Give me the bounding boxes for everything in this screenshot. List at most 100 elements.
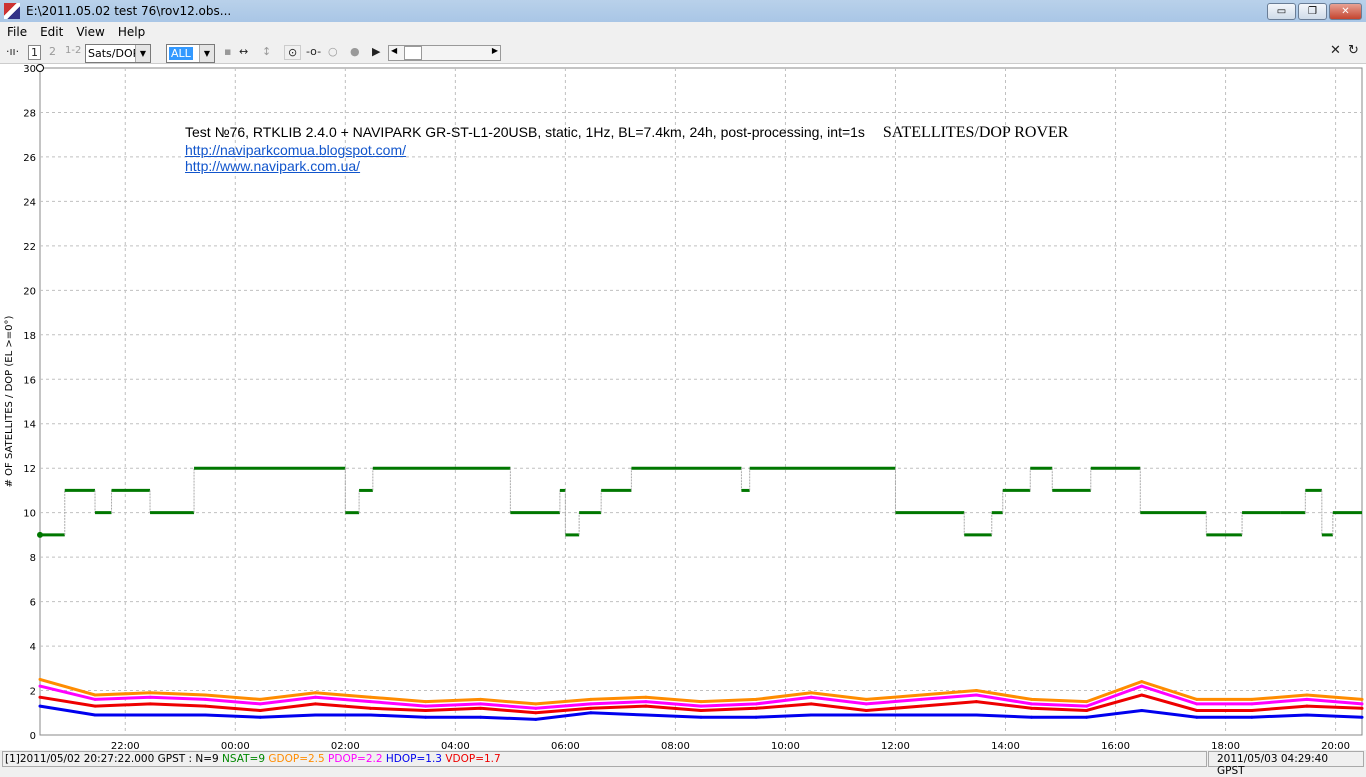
point-hdop — [534, 717, 538, 721]
minimize-button[interactable]: ▭ — [1267, 3, 1296, 20]
point-vdop — [93, 704, 97, 708]
menu-view[interactable]: View — [69, 22, 110, 39]
point-pdop — [534, 706, 538, 710]
point-pdop — [864, 702, 868, 706]
x-tick-label: 12:00 — [881, 741, 910, 750]
app-icon — [4, 3, 20, 19]
status-nsat: NSAT=9 — [222, 753, 266, 765]
point-pdop — [974, 693, 978, 697]
point-gdop — [258, 697, 262, 701]
point-vdop — [919, 704, 923, 708]
satellite-select-value: ALL — [169, 47, 193, 60]
point-gdop — [864, 697, 868, 701]
y-tick-label: 14 — [23, 420, 36, 431]
point-gdop — [1140, 680, 1144, 684]
maximize-button[interactable]: ❐ — [1298, 3, 1327, 20]
center-origin-icon[interactable]: ⊙ — [284, 45, 302, 60]
point-gdop — [974, 689, 978, 693]
menu-bar: File Edit View Help — [0, 22, 1366, 42]
close-plot-icon[interactable]: ✕ — [1330, 43, 1341, 58]
point-pdop — [258, 702, 262, 706]
fit-horizontal-icon[interactable]: ↔ — [239, 45, 248, 58]
point-vdop — [1085, 709, 1089, 713]
point-gdop — [93, 693, 97, 697]
point-vdop — [203, 704, 207, 708]
point-vdop — [589, 706, 593, 710]
point-hdop — [809, 713, 813, 717]
plot-type-select[interactable]: Sats/DOP ▼ — [85, 44, 151, 63]
point-hdop — [754, 715, 758, 719]
point-vdop — [479, 706, 483, 710]
point-vdop — [644, 704, 648, 708]
frame-2-button[interactable]: 2 — [49, 45, 56, 58]
drag-handle-icon[interactable]: ·ıı· — [6, 45, 19, 58]
point-pdop — [589, 702, 593, 706]
point-hdop — [644, 713, 648, 717]
point-pdop — [919, 697, 923, 701]
point-gdop — [699, 700, 703, 704]
satellite-select[interactable]: ALL ▼ — [166, 44, 215, 63]
point-hdop — [93, 713, 97, 717]
y-tick-label: 28 — [23, 108, 36, 119]
point-hdop — [974, 713, 978, 717]
website-link[interactable]: http://www.navipark.com.ua/ — [185, 158, 360, 174]
point-hdop — [589, 711, 593, 715]
scroll-right-icon[interactable]: ▶ — [492, 46, 498, 55]
y-tick-label: 16 — [23, 375, 36, 386]
y-tick-label: 30 — [23, 64, 36, 75]
point-gdop — [479, 697, 483, 701]
point-hdop — [203, 713, 207, 717]
point-icon[interactable]: ▪ — [224, 45, 231, 58]
point-pdop — [754, 702, 758, 706]
refresh-icon[interactable]: ↻ — [1348, 43, 1359, 58]
frame-1-button[interactable]: 1 — [28, 45, 41, 60]
play-icon[interactable]: ▶ — [372, 45, 380, 58]
point-vdop — [699, 709, 703, 713]
x-tick-label: 08:00 — [661, 741, 690, 750]
point-pdop — [479, 702, 483, 706]
scroll-left-icon[interactable]: ◀ — [391, 46, 397, 55]
point-vdop — [1250, 709, 1254, 713]
close-button[interactable]: ✕ — [1329, 3, 1362, 20]
y-tick-label: 2 — [30, 687, 36, 698]
point-pdop — [1030, 702, 1033, 706]
blog-link[interactable]: http://naviparkcomua.blogspot.com/ — [185, 142, 406, 158]
cursor-marker — [36, 64, 44, 72]
point-pdop — [699, 704, 703, 708]
point-pdop — [1140, 684, 1144, 688]
status-gdop: GDOP=2.5 — [268, 753, 325, 765]
point-vdop — [258, 709, 262, 713]
point-hdop — [1140, 709, 1144, 713]
small-circle-icon[interactable]: ○ — [328, 45, 338, 58]
point-vdop — [974, 700, 978, 704]
point-hdop — [1360, 715, 1364, 719]
point-hdop — [1195, 715, 1199, 719]
status-pdop: PDOP=2.2 — [328, 753, 383, 765]
y-tick-label: 22 — [23, 242, 36, 253]
point-hdop — [148, 713, 152, 717]
time-scrollbar[interactable]: ◀ ▶ — [388, 45, 501, 61]
x-tick-label: 22:00 — [111, 741, 140, 750]
dot-icon[interactable]: ● — [350, 45, 360, 58]
x-tick-label: 02:00 — [331, 741, 360, 750]
point-hdop — [313, 713, 317, 717]
point-gdop — [1195, 697, 1199, 701]
menu-file[interactable]: File — [0, 22, 33, 39]
x-tick-label: 14:00 — [991, 741, 1020, 750]
point-hdop — [1085, 715, 1089, 719]
plot-area[interactable]: 0 2 4 6 8 10 12 14 16 18 20 22 24 26 28 30 22:00 00:00 02:… — [0, 64, 1366, 752]
menu-help[interactable]: Help — [111, 22, 151, 39]
point-gdop — [1305, 693, 1309, 697]
y-tick-label: 12 — [23, 464, 36, 475]
menu-edit[interactable]: Edit — [33, 22, 69, 39]
point-gdop — [919, 693, 923, 697]
scroll-thumb[interactable] — [404, 46, 422, 60]
point-hdop — [258, 715, 262, 719]
status-time: 2011/05/03 04:29:40 GPST — [1208, 751, 1364, 777]
crosshair-icon[interactable]: -o- — [306, 45, 321, 58]
fit-vertical-icon[interactable]: ↕ — [262, 45, 271, 58]
y-tick-label: 0 — [30, 731, 36, 742]
point-vdop — [1030, 706, 1033, 710]
annotation-heading: SATELLITES/DOP ROVER — [882, 124, 1069, 141]
frame-1-2-button[interactable]: 1-2 — [65, 45, 81, 56]
